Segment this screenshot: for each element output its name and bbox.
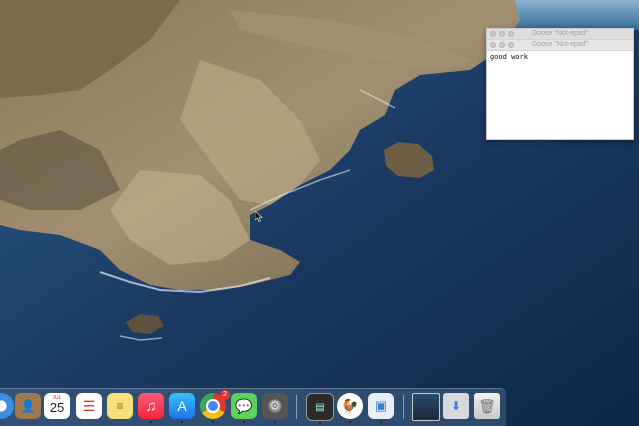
notification-badge: 2 [220,390,230,400]
wechat-icon[interactable]: 💬 [231,393,257,423]
activity-monitor-icon[interactable]: ▤ [306,393,334,424]
running-indicator [243,421,245,423]
calendar-day: 25 [49,400,65,415]
system-preferences-icon[interactable]: ⚙ [262,393,288,423]
contacts-icon[interactable]: 👤 [15,393,41,419]
notepad-window[interactable]: Goose "Not-epad" Goose "Not-epad" good w… [486,28,634,140]
running-indicator [274,421,276,423]
chrome-icon[interactable]: 2 [200,390,230,423]
trash-icon[interactable]: 🗑 [474,393,500,419]
photo-folder-icon[interactable] [412,393,440,421]
window-title: Goose "Not-epad" [531,30,589,37]
running-indicator [349,421,351,423]
downloads-icon[interactable]: ⬇ [443,393,469,419]
window-title: Goose "Not-epad" [531,41,589,48]
music-icon[interactable]: ♫ [138,393,164,423]
dock: 👤 JUL 25 ☰ ≡ ♫ A 2 💬 ⚙ ▤ 🐓 ▣ ⬇ 🗑 [0,388,506,426]
app-store-icon[interactable]: A [169,393,195,423]
running-indicator [319,422,321,424]
reminders-icon[interactable]: ☰ [76,393,102,419]
safari-icon[interactable] [0,393,14,419]
preview-icon[interactable]: ▣ [368,393,394,423]
running-indicator [150,421,152,423]
running-indicator [212,421,214,423]
window-titlebar[interactable]: Goose "Not-epad" [487,40,633,51]
dock-separator [296,395,297,419]
goose-icon[interactable]: 🐓 [337,393,363,423]
running-indicator [380,421,382,423]
back-window-titlebar[interactable]: Goose "Not-epad" [487,29,633,40]
mouse-pointer-icon [255,211,263,222]
notes-icon[interactable]: ≡ [107,393,133,419]
dock-separator [403,395,404,419]
running-indicator [181,421,183,423]
calendar-icon[interactable]: JUL 25 [44,393,70,419]
notepad-text-area[interactable]: good work [487,51,633,63]
